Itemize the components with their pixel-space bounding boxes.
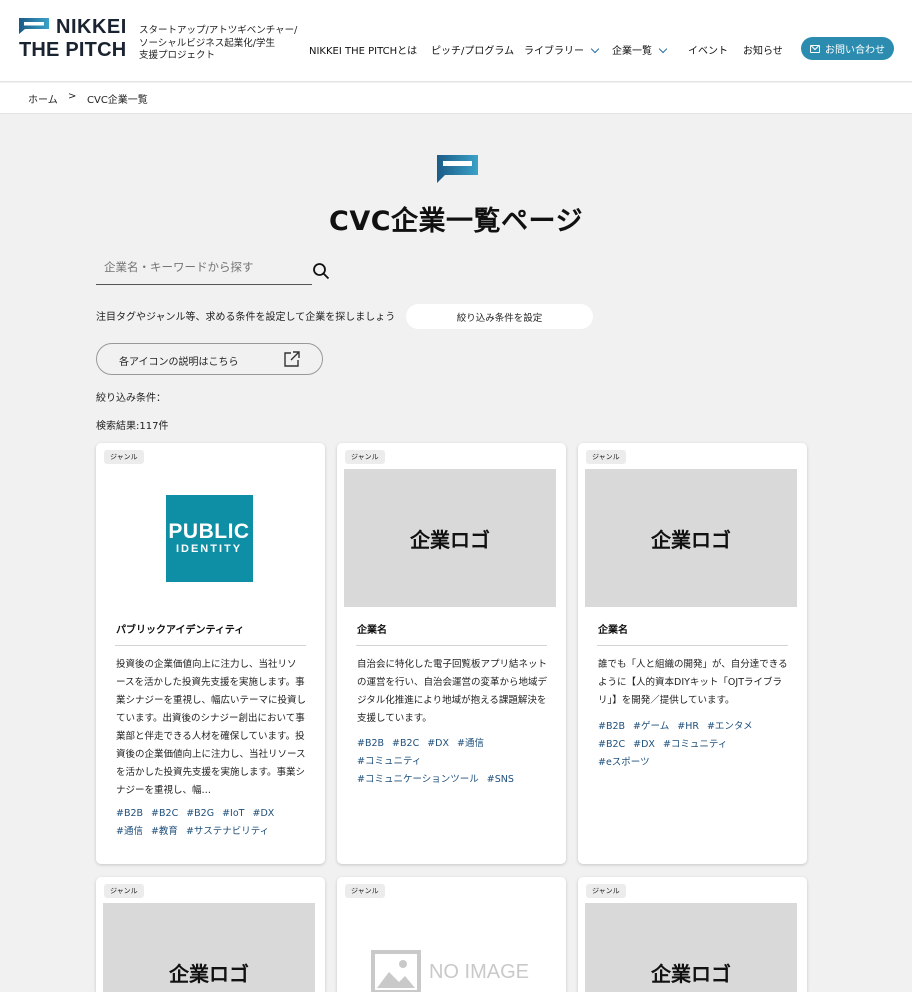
tag[interactable]: #HR (677, 718, 699, 736)
tag[interactable]: #コミュニティ (357, 753, 421, 771)
breadcrumb-current: CVC企業一覧 (87, 95, 148, 106)
tag[interactable]: #B2B (598, 718, 625, 736)
logo-text-line: IDENTITY (175, 543, 243, 555)
image-icon (370, 950, 421, 992)
tag-list: #B2B #B2C #DX #通信 #コミュニティ#コミュニケーションツール #SNS (357, 735, 547, 789)
chevron-down-icon (658, 44, 668, 54)
filter-hint: 注目タグやジャンル等、求める条件を設定して企業を探しましょう (96, 312, 396, 323)
icon-help-button[interactable]: 各アイコンの説明はこちら (96, 343, 323, 375)
breadcrumb-home[interactable]: ホーム (28, 91, 58, 106)
tag[interactable]: #DX (633, 736, 655, 754)
genre-tag: ジャンル (345, 450, 385, 464)
company-name: パブリックアイデンティティ (116, 625, 245, 636)
logo-mark-icon (19, 18, 49, 34)
search-input[interactable] (104, 260, 309, 274)
public-identity-logo: PUBLIC IDENTITY (165, 494, 253, 582)
nav-companies-label: 企業一覧 (612, 46, 652, 57)
tag[interactable]: #エンタメ (707, 718, 753, 736)
genre-tag: ジャンル (104, 884, 144, 898)
divider (115, 645, 306, 646)
page-logo-mark-icon (436, 155, 478, 183)
tag[interactable]: #SNS (487, 771, 514, 789)
tag[interactable]: #教育 (151, 823, 178, 841)
contact-button-label: お問い合わせ (825, 45, 885, 56)
tagline-line: ソーシャルビジネス起業化/学生 (139, 37, 276, 49)
tag[interactable]: #通信 (116, 823, 143, 841)
divider (597, 645, 788, 646)
tag[interactable]: #B2C (598, 736, 625, 754)
tag[interactable]: #B2C (392, 735, 419, 753)
nav-news[interactable]: お知らせ (743, 42, 783, 57)
nav-library-label: ライブラリー (524, 46, 584, 57)
tagline-line: スタートアップ/アトツギベンチャー/ (139, 25, 298, 36)
tag[interactable]: #DX (427, 735, 449, 753)
filter-conditions-label: 絞り込み条件： (96, 393, 166, 404)
breadcrumb-separator: > (68, 91, 77, 102)
genre-tag: ジャンル (104, 450, 144, 464)
logo-text-line: PUBLIC (168, 520, 250, 543)
nav-companies[interactable]: 企業一覧 (612, 42, 668, 57)
nav-events[interactable]: イベント (688, 42, 728, 57)
company-card[interactable]: ジャンル 企業ロゴ 企業名 誰でも「人と組織の開発」が、自分達できるように【人的… (578, 443, 807, 864)
result-count: 検索結果:117件 (96, 421, 169, 432)
divider (356, 645, 547, 646)
page-title: CVC企業一覧ページ (329, 206, 583, 237)
tag[interactable]: #コミュニケーションツール (357, 771, 479, 789)
company-card[interactable]: ジャンル 企業ロゴ (578, 877, 807, 992)
nav-library[interactable]: ライブラリー (524, 42, 600, 57)
tag[interactable]: #B2G (186, 805, 214, 823)
company-card[interactable]: ジャンル PUBLIC IDENTITY パブリックアイデンティティ 投資後の企… (96, 443, 325, 864)
company-card[interactable]: ジャンル NO IMAGE (337, 877, 566, 992)
company-logo-placeholder: 企業ロゴ (585, 903, 797, 992)
genre-tag: ジャンル (586, 884, 626, 898)
no-image-placeholder: NO IMAGE (370, 950, 529, 992)
tag[interactable]: #B2C (151, 805, 178, 823)
company-description: 自治会に特化した電子回覧板アプリ結ネットの運営を行い、自治会運営の変革から地域デ… (357, 659, 548, 724)
site-logo[interactable]: NIKKEI THE PITCH (19, 16, 131, 64)
contact-button[interactable]: お問い合わせ (801, 37, 894, 60)
company-logo: PUBLIC IDENTITY (103, 469, 315, 607)
external-link-icon (284, 351, 300, 367)
company-description: 投資後の企業価値向上に注力し、当社リソースを活かした投資先支援を実施します。事業… (116, 659, 307, 796)
company-name: 企業名 (598, 625, 628, 636)
mail-icon (810, 44, 820, 53)
tag[interactable]: #通信 (457, 735, 484, 753)
company-description: 誰でも「人と組織の開発」が、自分達できるように【人的資本DIYキット「OJTライ… (598, 659, 788, 706)
tag[interactable]: #B2B (116, 805, 143, 823)
no-image-text: NO IMAGE (428, 960, 529, 983)
company-logo-placeholder: 企業ロゴ (585, 469, 797, 607)
tag[interactable]: #DX (252, 805, 274, 823)
tag-list: #B2B #B2C #B2G #IoT #DX #通信 #教育 #サステナビリティ (116, 805, 306, 841)
company-logo-placeholder: NO IMAGE (344, 903, 556, 992)
tag[interactable]: #IoT (222, 805, 244, 823)
site-tagline: スタートアップ/アトツギベンチャー/ ソーシャルビジネス起業化/学生 支援プロジ… (139, 25, 309, 63)
company-logo-placeholder: 企業ロゴ (344, 469, 556, 607)
genre-tag: ジャンル (586, 450, 626, 464)
nav-about[interactable]: NIKKEI THE PITCHとは (309, 42, 417, 57)
company-name: 企業名 (357, 625, 387, 636)
tag[interactable]: #ゲーム (633, 718, 669, 736)
tag[interactable]: #B2B (357, 735, 384, 753)
company-logo-placeholder: 企業ロゴ (103, 903, 315, 992)
tag-list: #B2B #ゲーム #HR #エンタメ #B2C #DX #コミュニティ #eスポーツ (598, 718, 788, 772)
company-card[interactable]: ジャンル 企業ロゴ 企業名 自治会に特化した電子回覧板アプリ結ネットの運営を行い… (337, 443, 566, 864)
search-field (96, 252, 312, 285)
nav-pitch-program[interactable]: ピッチ/プログラム (431, 42, 514, 57)
filter-settings-button[interactable]: 絞り込み条件を設定 (406, 304, 593, 329)
tag[interactable]: #コミュニティ (663, 736, 727, 754)
site-header: NIKKEI THE PITCH スタートアップ/アトツギベンチャー/ ソーシャ… (0, 0, 912, 82)
logo-pitch-text: THE PITCH (19, 39, 127, 61)
tag[interactable]: #eスポーツ (598, 754, 650, 772)
tag[interactable]: #サステナビリティ (186, 823, 269, 841)
genre-tag: ジャンル (345, 884, 385, 898)
company-card[interactable]: ジャンル 企業ロゴ (96, 877, 325, 992)
chevron-down-icon (590, 44, 600, 54)
tagline-line: 支援プロジェクト (139, 50, 216, 61)
search-icon[interactable] (312, 262, 330, 280)
logo-nikkei-text: NIKKEI (56, 16, 127, 38)
icon-help-label: 各アイコンの説明はこちら (119, 357, 239, 368)
